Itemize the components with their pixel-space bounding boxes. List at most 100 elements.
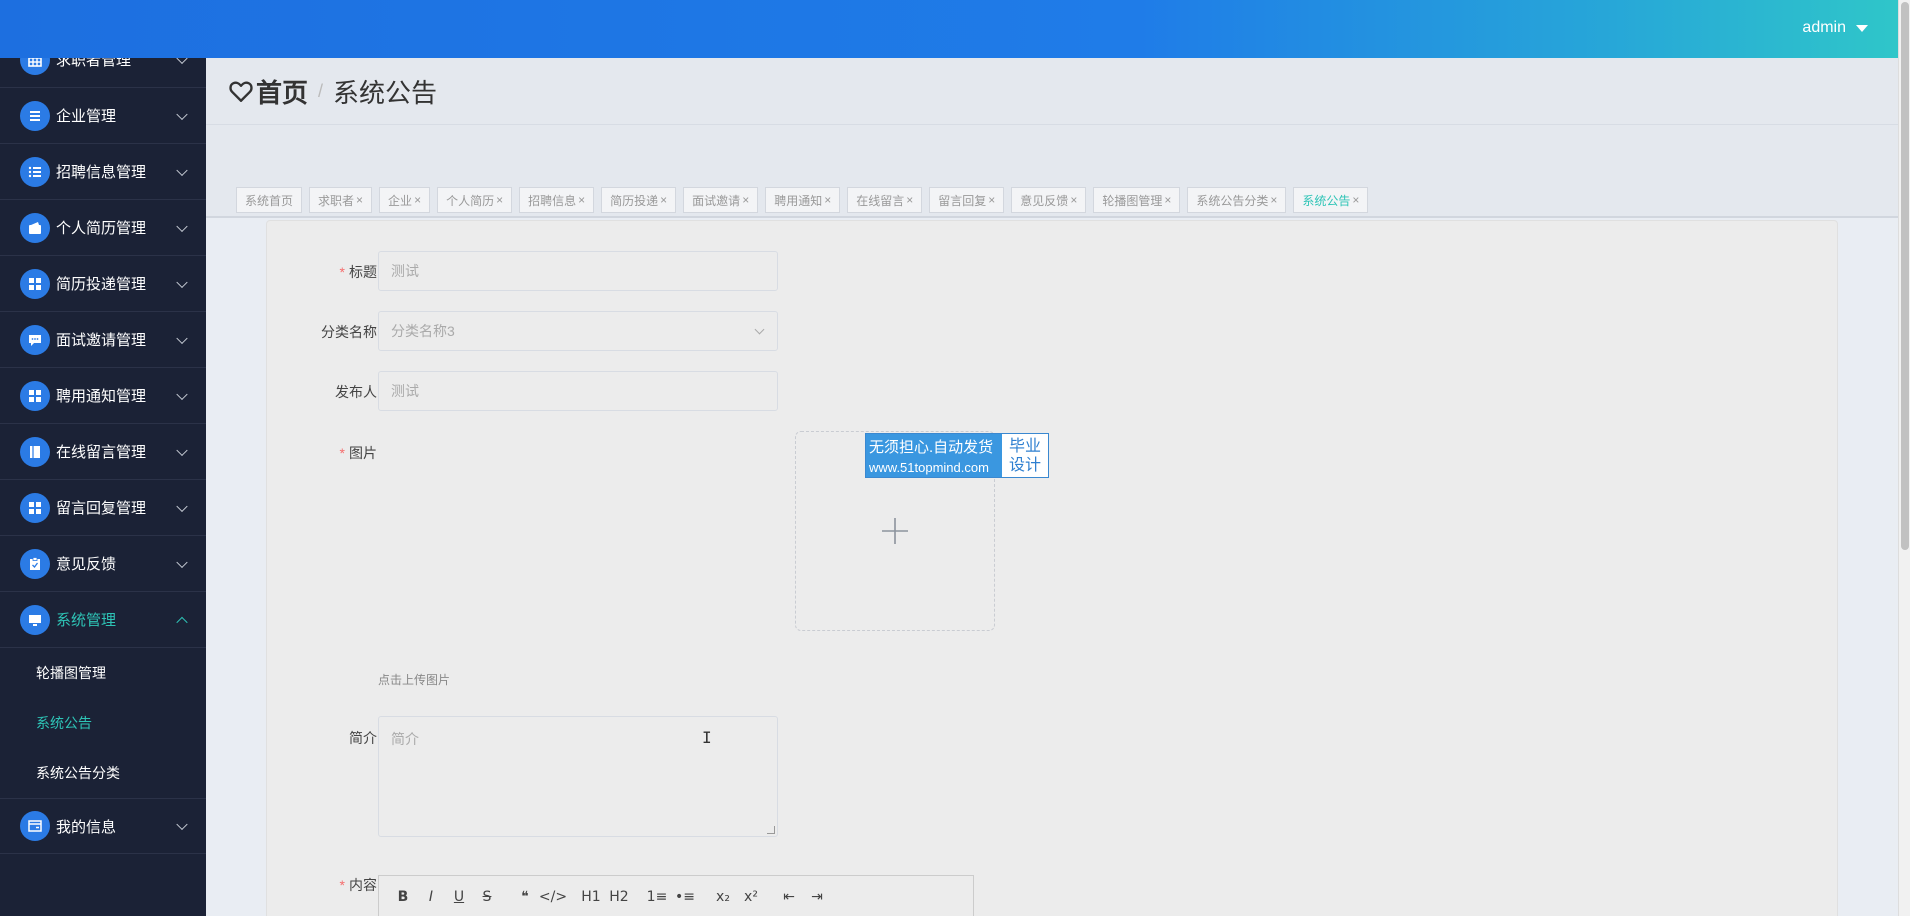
category-select[interactable]: 分类名称3 xyxy=(378,311,778,351)
grid-icon xyxy=(20,58,50,75)
summary-textarea[interactable]: 简介 xyxy=(378,716,778,837)
close-icon[interactable]: × xyxy=(578,193,585,207)
sidebar-item-system[interactable]: 系统管理 xyxy=(0,592,206,648)
sidebar-item-label: 招聘信息管理 xyxy=(56,164,147,181)
required-mark: * xyxy=(339,264,345,280)
tab-tag[interactable]: 留言回复 × xyxy=(929,187,1005,213)
editor-button[interactable]: H2 xyxy=(605,886,633,908)
scrollbar-thumb[interactable] xyxy=(1901,2,1909,550)
breadcrumb: 首页 / 系统公告 xyxy=(206,58,1898,124)
tab-tag[interactable]: 个人简历 × xyxy=(437,187,513,213)
editor-button[interactable]: B xyxy=(389,886,417,908)
editor-button[interactable]: ⇤ xyxy=(775,886,803,908)
close-icon[interactable]: × xyxy=(824,193,831,207)
sidebar-item-replies[interactable]: 留言回复管理 xyxy=(0,480,206,536)
editor-button[interactable]: </> xyxy=(539,886,567,908)
chevron-down-icon xyxy=(176,164,188,176)
chevron-up-icon xyxy=(176,616,188,628)
list-icon xyxy=(20,100,50,131)
close-icon[interactable]: × xyxy=(356,193,363,207)
sidebar: 求职者管理 企业管理 招聘信息管理 个人简历管理 简历投递管理 面试邀请管理 聘… xyxy=(0,58,206,916)
tab-tag[interactable]: 在线留言 × xyxy=(847,187,923,213)
page-scrollbar[interactable] xyxy=(1898,0,1910,916)
editor-button[interactable]: H1 xyxy=(577,886,605,908)
sidebar-item-messages[interactable]: 在线留言管理 xyxy=(0,424,206,480)
editor-button[interactable]: x² xyxy=(737,886,765,908)
tag-label: 聘用通知 xyxy=(774,193,823,208)
close-icon[interactable]: × xyxy=(1070,193,1077,207)
close-icon[interactable]: × xyxy=(414,193,421,207)
sidebar-item-recruitment[interactable]: 招聘信息管理 xyxy=(0,144,206,200)
content-label: * 内容 xyxy=(267,875,377,895)
close-icon[interactable]: × xyxy=(742,193,749,207)
editor-button[interactable]: S xyxy=(473,886,501,908)
username[interactable]: admin xyxy=(1802,19,1846,37)
caret-down-icon[interactable] xyxy=(1856,24,1868,32)
tab-tag[interactable]: 意见反馈 × xyxy=(1011,187,1087,213)
submenu-item-announcement-categories[interactable]: 系统公告分类 xyxy=(0,748,206,798)
tab-tag[interactable]: 求职者 × xyxy=(309,187,373,213)
editor-button[interactable]: •≡ xyxy=(671,886,699,908)
chevron-down-icon xyxy=(176,108,188,120)
close-icon[interactable]: × xyxy=(1270,193,1277,207)
title-input[interactable]: 测试 xyxy=(378,251,778,291)
tag-label: 系统公告 xyxy=(1302,193,1351,208)
close-icon[interactable]: × xyxy=(660,193,667,207)
tab-tag[interactable]: 面试邀请 × xyxy=(683,187,759,213)
tab-tag[interactable]: 系统公告分类 × xyxy=(1187,187,1287,213)
tab-tag[interactable]: 轮播图管理 × xyxy=(1093,187,1181,213)
submenu-item-carousel[interactable]: 轮播图管理 xyxy=(0,648,206,698)
close-icon[interactable]: × xyxy=(906,193,913,207)
chevron-down-icon xyxy=(176,556,188,568)
chat-icon xyxy=(20,324,50,355)
summary-label: 简介 xyxy=(349,730,377,746)
tab-tag[interactable]: 企业 × xyxy=(379,187,431,213)
editor-button[interactable]: ❝ xyxy=(511,886,539,908)
breadcrumb-home[interactable]: 首页 xyxy=(256,73,308,110)
plus-icon xyxy=(882,518,908,544)
tags-view: 系统首页 求职者 × 企业 × 个人简历 × 招聘信息 × 简历投递 × 面试邀请 × 聘用通知 × 在线留言… xyxy=(206,124,1898,218)
sidebar-item-companies[interactable]: 企业管理 xyxy=(0,88,206,144)
editor-button[interactable]: ⇥ xyxy=(803,886,831,908)
sidebar-item-label: 简历投递管理 xyxy=(56,276,147,293)
tab-tag[interactable]: 系统首页 xyxy=(236,187,303,213)
close-icon[interactable]: × xyxy=(496,193,503,207)
sidebar-item-resume-delivery[interactable]: 简历投递管理 xyxy=(0,256,206,312)
tag-label: 意见反馈 xyxy=(1020,193,1069,208)
title-label-text: 标题 xyxy=(349,264,377,280)
editor-button[interactable]: U xyxy=(445,886,473,908)
list-icon xyxy=(20,156,50,187)
title-label: * 标题 xyxy=(267,262,377,282)
resize-handle[interactable] xyxy=(767,826,775,834)
user-menu[interactable]: admin xyxy=(1802,19,1868,37)
sidebar-menu: 求职者管理 企业管理 招聘信息管理 个人简历管理 简历投递管理 面试邀请管理 聘… xyxy=(0,58,206,854)
close-icon[interactable]: × xyxy=(988,193,995,207)
editor-button[interactable]: x₂ xyxy=(709,886,737,908)
editor-button[interactable]: 1≡ xyxy=(643,886,671,908)
editor-button[interactable]: I xyxy=(417,886,445,908)
tab-tag[interactable]: 聘用通知 × xyxy=(765,187,841,213)
close-icon[interactable]: × xyxy=(1164,193,1171,207)
publisher-input[interactable]: 测试 xyxy=(378,371,778,411)
tab-tag[interactable]: 招聘信息 × xyxy=(519,187,595,213)
chevron-down-icon xyxy=(754,324,765,335)
close-icon[interactable]: × xyxy=(1352,193,1359,207)
tab-tag[interactable]: 系统公告 × xyxy=(1293,187,1369,213)
sidebar-item-label: 在线留言管理 xyxy=(56,444,147,461)
sidebar-item-offers[interactable]: 聘用通知管理 xyxy=(0,368,206,424)
sidebar-item-jobseekers[interactable]: 求职者管理 xyxy=(0,58,206,88)
rich-text-editor[interactable]: B I U S ❝ </> H1 H2 1≡ •≡ x₂ x² ⇤ ⇥ xyxy=(378,875,974,916)
tab-tag[interactable]: 简历投递 × xyxy=(601,187,677,213)
sidebar-item-my-info[interactable]: 我的信息 xyxy=(0,798,206,854)
required-mark: * xyxy=(339,877,345,893)
sidebar-item-interviews[interactable]: 面试邀请管理 xyxy=(0,312,206,368)
chevron-down-icon xyxy=(176,58,188,64)
sidebar-item-feedback[interactable]: 意见反馈 xyxy=(0,536,206,592)
submenu-item-announcements[interactable]: 系统公告 xyxy=(0,698,206,748)
sidebar-item-resumes[interactable]: 个人简历管理 xyxy=(0,200,206,256)
tag-label: 在线留言 xyxy=(856,193,905,208)
text-cursor-icon: I xyxy=(702,728,712,747)
required-mark: * xyxy=(339,445,345,461)
editor-toolbar: B I U S ❝ </> H1 H2 1≡ •≡ x₂ x² ⇤ ⇥ xyxy=(389,886,831,908)
top-navbar: admin xyxy=(0,0,1898,58)
